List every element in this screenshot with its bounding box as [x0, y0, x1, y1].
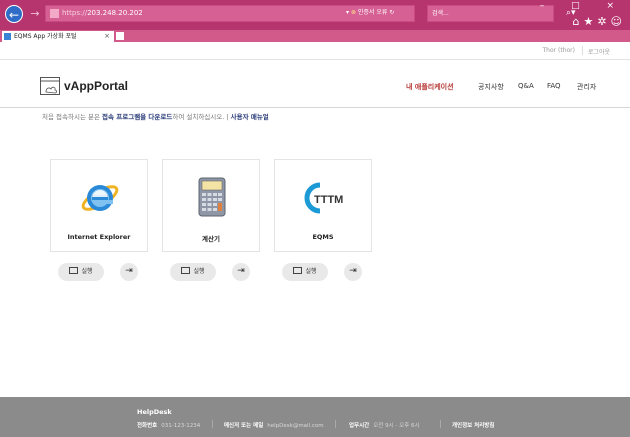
- site-header: vAppPortal 내 애플리케이션 공지사항 Q&A FAQ 관리자: [0, 60, 630, 108]
- privacy-policy-link[interactable]: 개인정보 처리방침: [452, 421, 498, 429]
- logout-link[interactable]: 로그아웃: [588, 47, 610, 56]
- app-name: Internet Explorer: [67, 233, 131, 241]
- user-name: Thor (thor): [542, 47, 576, 54]
- utility-bar: Thor (thor) 로그아웃: [0, 42, 630, 60]
- exit-icon: ⇥: [125, 266, 133, 276]
- cert-error-label[interactable]: 인증서 오류: [358, 9, 388, 16]
- monitor-icon: [181, 267, 191, 274]
- site-icon: [50, 8, 59, 18]
- dropdown-icon[interactable]: ▾: [346, 9, 349, 16]
- nav-admin[interactable]: 관리자: [577, 82, 596, 92]
- manual-link[interactable]: 사용자 매뉴얼: [231, 113, 269, 121]
- app-card-calculator[interactable]: 계산기: [162, 159, 260, 252]
- app-card-eqms[interactable]: TTTM EQMS: [274, 159, 372, 252]
- nav-faq[interactable]: FAQ: [547, 82, 561, 90]
- nav-my-applications[interactable]: 내 애플리케이션: [406, 82, 454, 92]
- refresh-icon[interactable]: ↻: [389, 9, 394, 16]
- site-footer: HelpDesk 전화번호 031-123-1234 메신저 또는 메일 helpD…: [0, 397, 630, 437]
- install-notice: 처음 접속하시는 분은 접속 프로그램을 다운로드하여 설치하십시오. | 사용…: [42, 113, 269, 121]
- browser-tab[interactable]: EQMS App 가상화 포털 ×: [2, 31, 114, 42]
- exit-icon: ⇥: [349, 266, 357, 276]
- back-button[interactable]: ←: [5, 5, 23, 23]
- logout-app-button-calculator[interactable]: ⇥: [232, 263, 250, 281]
- run-button-calculator[interactable]: 실행: [170, 263, 216, 281]
- logout-app-button-eqms[interactable]: ⇥: [344, 263, 362, 281]
- browser-search-input[interactable]: 검색...: [427, 5, 554, 22]
- monitor-icon: [69, 267, 79, 274]
- app-name: EQMS: [312, 233, 334, 241]
- helpdesk-title: HelpDesk: [137, 408, 172, 416]
- calculator-icon: [198, 177, 226, 217]
- eqms-logo-text: TTTM: [314, 194, 343, 206]
- tab-bar: EQMS App 가상화 포털 ×: [0, 30, 630, 42]
- download-link[interactable]: 접속 프로그램을 다운로드: [102, 113, 172, 121]
- cert-error-icon[interactable]: ⊗: [351, 9, 356, 16]
- divider: [335, 420, 336, 428]
- monitor-icon: [293, 267, 303, 274]
- exit-icon: ⇥: [237, 266, 245, 276]
- helpdesk-hours: 업무시간 오전 9시 - 오후 6시: [349, 423, 420, 429]
- nav-qna[interactable]: Q&A: [518, 82, 534, 90]
- window-controls[interactable]: – □ ×: [540, 1, 626, 11]
- helpdesk-phone: 전화번호 031-123-1234: [137, 423, 201, 429]
- tab-close-icon[interactable]: ×: [104, 31, 110, 42]
- divider: [440, 420, 441, 428]
- ttm-icon: TTTM: [304, 182, 343, 214]
- run-button-eqms[interactable]: 실행: [282, 263, 328, 281]
- logout-app-button-internet-explorer[interactable]: ⇥: [120, 263, 138, 281]
- app-name: 계산기: [202, 235, 220, 243]
- app-card-internet-explorer[interactable]: Internet Explorer: [50, 159, 148, 252]
- divider: [582, 46, 583, 55]
- address-tools[interactable]: ▾ ⊗ 인증서 오류 ↻: [346, 7, 394, 16]
- helpdesk-email: 메신저 또는 메일 helpDesk@mail.com: [224, 423, 324, 429]
- tab-title: EQMS App 가상화 포털: [14, 33, 77, 40]
- forward-button[interactable]: →: [26, 5, 44, 23]
- browser-toolbar: ← → https://203.248.20.202 ▾ ⊗ 인증서 오류 ↻ …: [0, 0, 630, 30]
- divider: [212, 420, 213, 428]
- browser-toolbar-icons[interactable]: ⌂★✲☺: [572, 15, 626, 28]
- portal-logo-icon: [40, 77, 60, 95]
- internet-explorer-icon: [81, 185, 119, 211]
- run-button-internet-explorer[interactable]: 실행: [58, 263, 104, 281]
- nav-notices[interactable]: 공지사항: [478, 82, 504, 92]
- brand-title[interactable]: vAppPortal: [64, 79, 128, 93]
- tab-favicon-icon: [4, 33, 11, 40]
- new-tab-button[interactable]: [116, 32, 124, 40]
